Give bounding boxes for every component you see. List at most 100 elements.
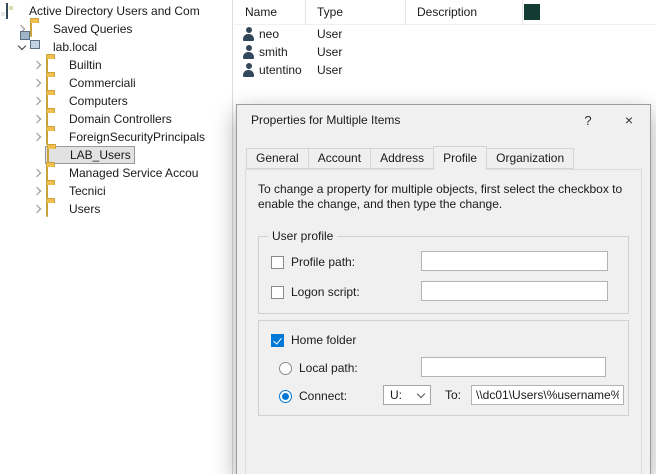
- column-header-description[interactable]: Description: [406, 0, 523, 25]
- tree-item-computers[interactable]: Computers: [0, 92, 232, 110]
- tree-item-label: Active Directory Users and Com: [27, 3, 202, 19]
- column-header-type[interactable]: Type: [306, 0, 406, 25]
- home-folder-checkbox[interactable]: [271, 334, 284, 347]
- tab-general[interactable]: General: [246, 148, 309, 169]
- tree-item-label: LAB_Users: [68, 147, 133, 163]
- column-header-label: Name: [245, 5, 277, 19]
- tree-pane: Active Directory Users and Com Saved Que…: [0, 0, 233, 474]
- user-icon: [242, 63, 255, 77]
- tab-account[interactable]: Account: [308, 148, 371, 169]
- home-folder-row: Home folder: [271, 329, 618, 351]
- user-type: User: [306, 45, 406, 59]
- folder-icon: [47, 148, 63, 162]
- list-row-neo[interactable]: neo User: [234, 25, 656, 43]
- instruction-text: To change a property for multiple object…: [258, 182, 622, 212]
- folder-icon: [46, 112, 62, 126]
- dialog-titlebar: Properties for Multiple Items ? ×: [237, 105, 650, 135]
- column-header-name[interactable]: Name: [234, 0, 306, 25]
- tree-item-label: ForeignSecurityPrincipals: [67, 129, 207, 145]
- tab-address[interactable]: Address: [370, 148, 434, 169]
- group-title: User profile: [268, 229, 337, 243]
- tree-item-managed-service-accounts[interactable]: Managed Service Accou: [0, 164, 232, 182]
- directory-icon: [6, 4, 22, 18]
- chevron-right-icon[interactable]: [30, 129, 46, 145]
- aduc-window: Active Directory Users and Com Saved Que…: [0, 0, 656, 474]
- tab-strip: General Account Address Profile Organiza…: [246, 146, 573, 170]
- profile-path-row: Profile path:: [271, 251, 618, 273]
- tree-item-domain-controllers[interactable]: Domain Controllers: [0, 110, 232, 128]
- chevron-right-icon[interactable]: [30, 165, 46, 181]
- profile-path-label: Profile path:: [291, 255, 355, 269]
- profile-path-input[interactable]: [421, 251, 608, 271]
- column-header-label: Description: [417, 5, 477, 19]
- tab-profile[interactable]: Profile: [433, 146, 487, 170]
- folder-icon: [46, 94, 62, 108]
- chevron-right-icon[interactable]: [30, 75, 46, 91]
- help-button[interactable]: ?: [568, 105, 608, 135]
- chevron-right-icon[interactable]: [30, 201, 46, 217]
- local-path-label: Local path:: [299, 361, 358, 375]
- close-button[interactable]: ×: [608, 105, 650, 135]
- tab-organization[interactable]: Organization: [486, 148, 574, 169]
- tree-item-foreign-security-principals[interactable]: ForeignSecurityPrincipals: [0, 128, 232, 146]
- chevron-right-icon[interactable]: [30, 111, 46, 127]
- list-header: Name Type Description: [234, 0, 656, 25]
- selected-tree-item: LAB_Users: [46, 147, 134, 163]
- user-name: neo: [259, 27, 279, 41]
- tree-item-lab-local[interactable]: lab.local: [0, 38, 232, 56]
- name-cell: utentino: [234, 63, 306, 77]
- dark-square-artifact: [524, 4, 540, 20]
- connect-row: Connect: U: To:: [279, 385, 618, 407]
- user-profile-group: User profile Profile path: Logon script:: [258, 236, 629, 314]
- logon-script-checkbox[interactable]: [271, 286, 284, 299]
- instruction-line-1: To change a property for multiple object…: [258, 182, 622, 197]
- chevron-down-icon[interactable]: [14, 39, 30, 55]
- local-path-row: Local path:: [279, 357, 618, 379]
- tree-item-label: Managed Service Accou: [67, 165, 200, 181]
- chevron-right-icon[interactable]: [30, 57, 46, 73]
- folder-icon: [46, 166, 62, 180]
- tree-item-saved-queries[interactable]: Saved Queries: [0, 20, 232, 38]
- tree-item-label: Tecnici: [67, 183, 108, 199]
- tree-item-label: Users: [67, 201, 102, 217]
- tree-item-label: lab.local: [51, 39, 99, 55]
- tree-item-commerciali[interactable]: Commerciali: [0, 74, 232, 92]
- drive-letter-value: U:: [390, 388, 402, 402]
- connect-label: Connect:: [299, 389, 347, 403]
- chevron-down-icon: [417, 389, 425, 397]
- dialog-title: Properties for Multiple Items: [251, 105, 400, 135]
- column-header-label: Type: [317, 5, 343, 19]
- logon-script-row: Logon script:: [271, 281, 618, 303]
- folder-icon: [46, 184, 62, 198]
- local-path-input[interactable]: [421, 357, 606, 377]
- name-cell: neo: [234, 27, 306, 41]
- home-folder-label: Home folder: [291, 333, 356, 347]
- home-folder-group: Home folder Local path: Connect: U: To:: [258, 320, 629, 416]
- list-row-utentino[interactable]: utentino User: [234, 61, 656, 79]
- user-type: User: [306, 63, 406, 77]
- tree-item-label: Computers: [67, 93, 130, 109]
- tree-item-builtin[interactable]: Builtin: [0, 56, 232, 74]
- connect-radio[interactable]: [279, 390, 292, 403]
- chevron-spacer: [30, 147, 46, 163]
- chevron-right-icon[interactable]: [30, 183, 46, 199]
- chevron-right-icon[interactable]: [30, 93, 46, 109]
- logon-script-input[interactable]: [421, 281, 608, 301]
- tree-item-users[interactable]: Users: [0, 200, 232, 218]
- user-name: utentino: [259, 63, 302, 77]
- connect-path-input[interactable]: [471, 385, 624, 405]
- name-cell: smith: [234, 45, 306, 59]
- tree-item-label: Domain Controllers: [67, 111, 174, 127]
- list-row-smith[interactable]: smith User: [234, 43, 656, 61]
- folder-icon: [46, 58, 62, 72]
- profile-path-checkbox[interactable]: [271, 256, 284, 269]
- folder-icon: [46, 202, 62, 216]
- user-icon: [242, 45, 255, 59]
- tree-item-tecnici[interactable]: Tecnici: [0, 182, 232, 200]
- drive-letter-dropdown[interactable]: U:: [383, 385, 431, 405]
- to-label: To:: [445, 388, 461, 402]
- tree-item-lab-users[interactable]: LAB_Users: [0, 146, 232, 164]
- folder-icon: [46, 130, 62, 144]
- local-path-radio[interactable]: [279, 362, 292, 375]
- properties-dialog: Properties for Multiple Items ? × Genera…: [236, 104, 651, 474]
